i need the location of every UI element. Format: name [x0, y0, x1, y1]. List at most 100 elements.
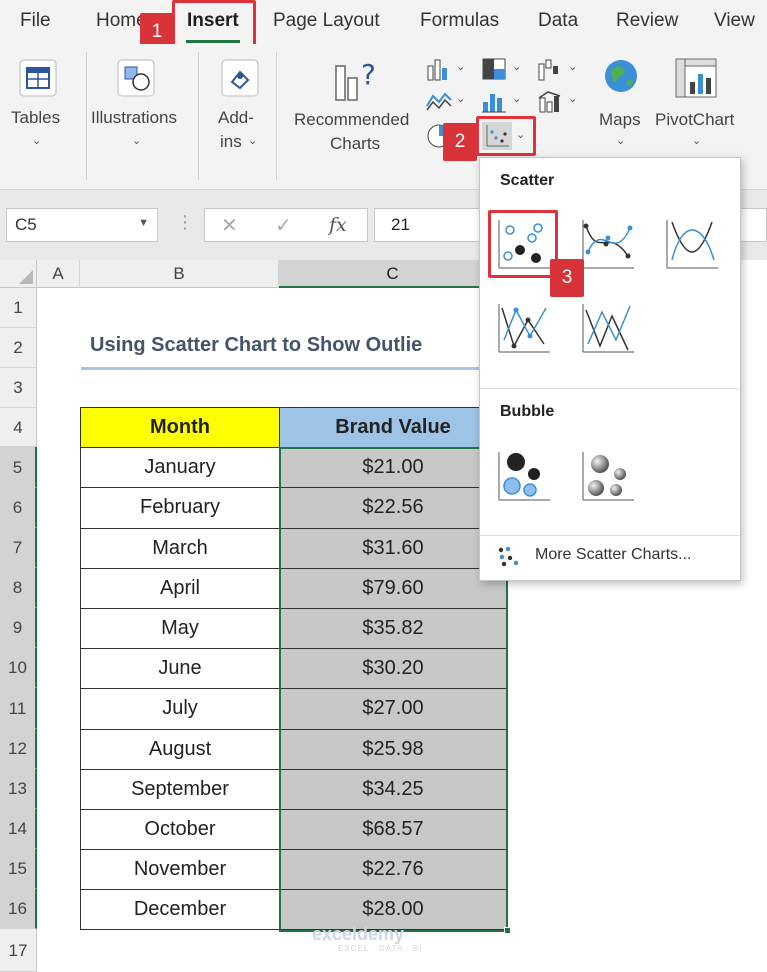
brand-value-cell[interactable]: $30.20 — [279, 648, 507, 690]
column-chart-chevron-icon[interactable]: ⌄ — [456, 60, 465, 73]
statistic-chart-chevron-icon[interactable]: ⌄ — [512, 92, 521, 105]
row-header[interactable]: 17 — [0, 929, 37, 972]
tab-home[interactable]: Home — [96, 10, 140, 32]
row-header[interactable]: 5 — [0, 447, 37, 488]
line-chart-chevron-icon[interactable]: ⌄ — [456, 92, 465, 105]
scatter-straight-lines-option-icon[interactable] — [578, 300, 638, 356]
row-header[interactable]: 15 — [0, 849, 37, 889]
scatter-straight-markers-option-icon[interactable] — [494, 300, 554, 356]
tab-file[interactable]: File — [20, 10, 51, 32]
month-cell[interactable]: September — [80, 768, 280, 810]
brand-value-cell[interactable]: $22.76 — [279, 849, 507, 891]
name-box-dropdown-icon[interactable]: ▼ — [138, 217, 149, 229]
enter-check-icon[interactable]: ✓ — [275, 213, 292, 238]
month-cell[interactable]: August — [80, 728, 280, 770]
pivotchart-chevron-icon[interactable]: ⌄ — [692, 134, 701, 147]
addins-label-2[interactable]: ins — [220, 130, 242, 154]
combo-chart-chevron-icon[interactable]: ⌄ — [568, 92, 577, 105]
more-scatter-charts-icon[interactable] — [496, 545, 522, 567]
month-cell[interactable]: July — [80, 688, 280, 730]
tab-formulas[interactable]: Formulas — [420, 10, 499, 32]
row-header[interactable]: 6 — [0, 488, 37, 528]
scatter-smooth-markers-option-icon[interactable] — [578, 216, 638, 272]
addins-chevron-icon[interactable]: ⌄ — [248, 134, 257, 147]
maps-chevron-icon[interactable]: ⌄ — [616, 134, 625, 147]
recommended-charts-label[interactable]: Recommended — [294, 108, 409, 132]
month-cell[interactable]: January — [80, 447, 280, 489]
cancel-icon[interactable]: ✕ — [221, 213, 238, 238]
3d-bubble-option-icon[interactable] — [578, 448, 638, 504]
more-scatter-charts-link[interactable]: More Scatter Charts... — [535, 546, 692, 564]
month-cell[interactable]: February — [80, 487, 280, 529]
tables-label[interactable]: Tables — [11, 106, 60, 130]
row-header[interactable]: 7 — [0, 528, 37, 568]
row-header[interactable]: 3 — [0, 368, 37, 408]
brand-value-cell[interactable]: $34.25 — [279, 768, 507, 810]
table-icon[interactable] — [18, 58, 58, 98]
row-header[interactable]: 4 — [0, 408, 37, 447]
brand-value-cell[interactable]: $25.98 — [279, 728, 507, 770]
hierarchy-chart-icon[interactable] — [480, 56, 510, 82]
brand-value-cell[interactable]: $27.00 — [279, 688, 507, 730]
row-header[interactable]: 9 — [0, 608, 37, 648]
scatter-smooth-lines-option-icon[interactable] — [662, 216, 722, 272]
month-cell[interactable]: June — [80, 648, 280, 690]
pivotchart-label[interactable]: PivotChart — [655, 108, 734, 132]
recommended-charts-icon[interactable]: ? — [332, 56, 382, 104]
recommended-charts-label-2[interactable]: Charts — [330, 132, 380, 156]
brand-value-cell[interactable]: $79.60 — [279, 567, 507, 609]
fill-handle[interactable] — [504, 927, 511, 934]
addins-icon[interactable] — [218, 58, 262, 98]
bubble-option-icon[interactable] — [494, 448, 554, 504]
row-header[interactable]: 11 — [0, 688, 37, 729]
month-cell[interactable]: October — [80, 808, 280, 851]
month-cell[interactable]: April — [80, 567, 280, 609]
insert-function-icon[interactable]: fx — [329, 214, 347, 236]
globe-map-icon[interactable] — [601, 56, 641, 96]
month-cell[interactable]: November — [80, 849, 280, 891]
tab-view[interactable]: View — [714, 10, 755, 32]
column-header-a[interactable]: A — [37, 260, 80, 288]
illustrations-icon[interactable] — [114, 58, 158, 98]
waterfall-chart-icon[interactable] — [536, 56, 566, 82]
brand-value-header[interactable]: Brand Value — [279, 406, 507, 449]
brand-value-cell[interactable]: $68.57 — [279, 808, 507, 851]
row-header[interactable]: 12 — [0, 729, 37, 769]
row-header[interactable]: 2 — [0, 328, 37, 368]
brand-value-cell[interactable]: $35.82 — [279, 607, 507, 650]
column-header-c[interactable]: C — [279, 260, 507, 288]
brand-value-cell[interactable]: $31.60 — [279, 527, 507, 569]
row-header[interactable]: 8 — [0, 568, 37, 608]
name-box[interactable]: C5 ▼ — [6, 208, 158, 242]
statistic-chart-icon[interactable] — [480, 88, 510, 114]
row-header[interactable]: 14 — [0, 809, 37, 849]
column-header-b[interactable]: B — [80, 260, 279, 288]
illustrations-label[interactable]: Illustrations — [91, 106, 177, 130]
scatter-chart-button-icon[interactable] — [482, 122, 512, 150]
line-chart-icon[interactable] — [424, 88, 454, 114]
scatter-option-icon[interactable] — [494, 216, 554, 272]
tab-review[interactable]: Review — [616, 10, 678, 32]
row-header[interactable]: 1 — [0, 288, 37, 328]
row-header[interactable]: 13 — [0, 769, 37, 809]
month-header[interactable]: Month — [80, 406, 280, 449]
month-cell[interactable]: March — [80, 527, 280, 569]
maps-label[interactable]: Maps — [599, 108, 641, 132]
tab-data[interactable]: Data — [538, 10, 578, 32]
combo-chart-icon[interactable] — [536, 88, 566, 114]
month-cell[interactable]: December — [80, 889, 280, 931]
select-all-corner[interactable] — [0, 260, 37, 288]
illustrations-chevron-icon[interactable]: ⌄ — [132, 134, 141, 147]
brand-value-cell[interactable]: $22.56 — [279, 487, 507, 529]
brand-value-cell[interactable]: $21.00 — [279, 447, 507, 489]
addins-label[interactable]: Add- — [218, 106, 254, 130]
row-header[interactable]: 10 — [0, 648, 37, 688]
row-header[interactable]: 16 — [0, 889, 37, 929]
month-cell[interactable]: May — [80, 607, 280, 650]
hierarchy-chart-chevron-icon[interactable]: ⌄ — [512, 60, 521, 73]
tab-page-layout[interactable]: Page Layout — [273, 10, 380, 32]
waterfall-chart-chevron-icon[interactable]: ⌄ — [568, 60, 577, 73]
scatter-chevron-icon[interactable]: ⌄ — [516, 128, 525, 141]
tables-chevron-icon[interactable]: ⌄ — [32, 134, 41, 147]
column-chart-icon[interactable] — [424, 56, 454, 82]
